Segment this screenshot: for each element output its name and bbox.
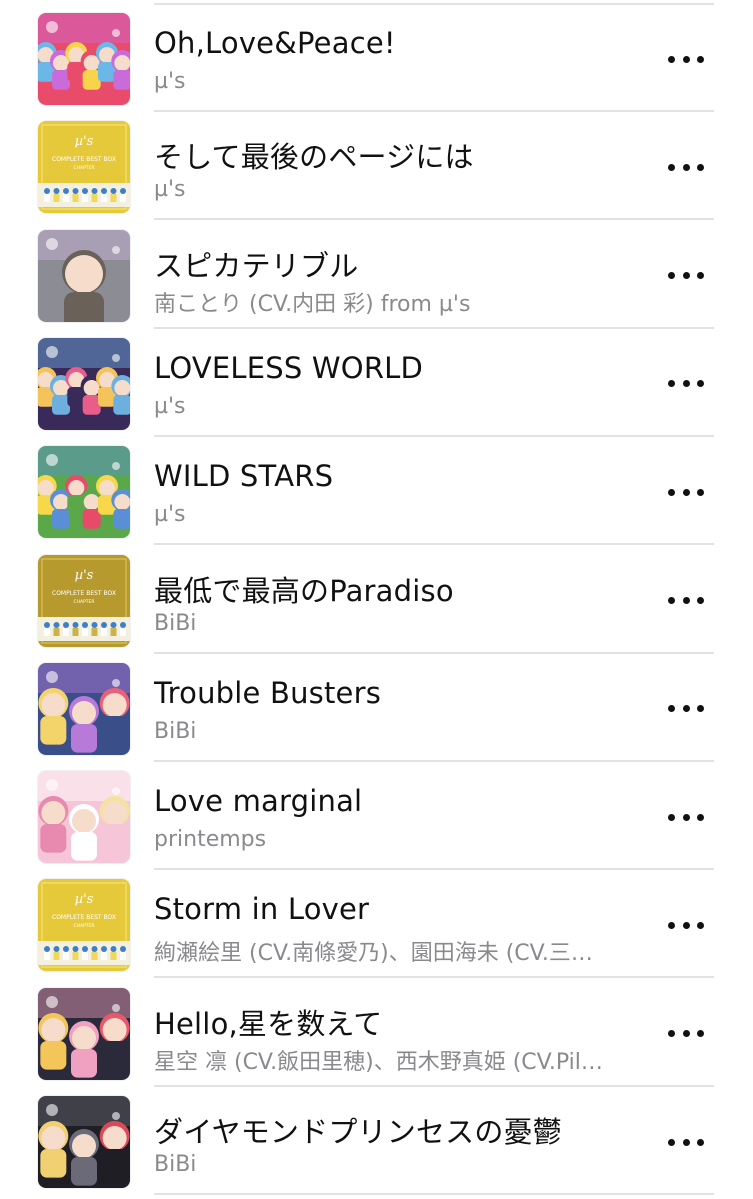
svg-text:µ's: µ's [75, 892, 94, 907]
more-options-button[interactable] [668, 377, 704, 391]
song-title: WILD STARS [154, 459, 334, 494]
ellipsis-icon [668, 1030, 704, 1038]
album-art [38, 446, 130, 539]
song-artist: BiBi [154, 718, 197, 744]
album-art [38, 229, 130, 322]
song-title: Hello,星を数えて [154, 1006, 383, 1041]
more-options-button[interactable] [668, 918, 704, 932]
svg-text:CHAPTER: CHAPTER [73, 599, 94, 605]
song-artist: 星空 凛 (CV.飯田里穂)、西木野真姫 (CV.Pil… [154, 1049, 603, 1075]
svg-text:CHAPTER: CHAPTER [73, 923, 94, 929]
album-art: µ's COMPLETE BEST BOX CHAPTER [38, 121, 130, 214]
song-row[interactable]: ダイヤモンドプリンセスの憂鬱 BiBi [0, 1087, 753, 1195]
svg-text:COMPLETE BEST BOX: COMPLETE BEST BOX [52, 914, 116, 921]
song-artist: BiBi [154, 610, 197, 636]
song-row[interactable]: WILD STARS µ's [0, 437, 753, 546]
song-artist: BiBi [154, 1152, 197, 1177]
more-options-button[interactable] [668, 160, 704, 174]
song-artist: µ's [154, 502, 186, 528]
ellipsis-icon [668, 597, 704, 604]
svg-text:µ's: µ's [75, 568, 94, 583]
song-artist: µ's [154, 177, 186, 203]
song-artist: µ's [154, 69, 186, 94]
svg-text:COMPLETE BEST BOX: COMPLETE BEST BOX [52, 590, 116, 597]
song-row[interactable]: Trouble Busters BiBi [0, 654, 753, 762]
song-row[interactable]: LOVELESS WORLD µ's [0, 329, 753, 437]
ellipsis-icon [668, 813, 704, 821]
ellipsis-icon [668, 380, 704, 388]
album-art [38, 1096, 130, 1188]
ellipsis-icon [668, 921, 704, 929]
more-options-button[interactable] [668, 269, 704, 283]
song-title: スピカテリブル [154, 248, 359, 283]
song-row[interactable]: Oh,Love&Peace! µ's [0, 4, 753, 112]
ellipsis-icon [668, 272, 704, 280]
song-title: 最低で最高のParadiso [154, 573, 454, 608]
more-options-button[interactable] [668, 1135, 704, 1149]
svg-text:CHAPTER: CHAPTER [73, 165, 94, 171]
svg-text:µ's: µ's [75, 134, 94, 149]
album-art [38, 337, 130, 430]
ellipsis-icon [668, 55, 704, 63]
ellipsis-icon [668, 705, 704, 713]
song-title: LOVELESS WORLD [154, 350, 424, 385]
album-art [38, 662, 130, 755]
more-options-button[interactable] [668, 52, 704, 66]
song-artist: 南ことり (CV.内田 彩) from µ's [154, 291, 471, 317]
song-artist: 絢瀬絵里 (CV.南條愛乃)、園田海未 (CV.三… [154, 941, 593, 967]
more-options-button[interactable] [668, 810, 704, 824]
song-title: ダイヤモンドプリンセスの憂鬱 [154, 1115, 562, 1149]
album-art [38, 13, 130, 105]
ellipsis-icon [668, 1138, 704, 1146]
album-art: µ's COMPLETE BEST BOX CHAPTER [38, 879, 130, 972]
more-options-button[interactable] [668, 1027, 704, 1041]
song-title: Oh,Love&Peace! [154, 26, 396, 60]
song-title: Love marginal [154, 784, 363, 819]
song-artist: printemps [154, 827, 267, 853]
svg-text:COMPLETE BEST BOX: COMPLETE BEST BOX [52, 156, 116, 163]
song-artist: µ's [154, 393, 186, 419]
divider [154, 1193, 714, 1195]
song-title: Storm in Lover [154, 892, 370, 927]
song-title: Trouble Busters [154, 675, 382, 710]
more-options-button[interactable] [668, 485, 704, 499]
album-art [38, 987, 130, 1080]
more-options-button[interactable] [668, 702, 704, 716]
song-title: そして最後のページには [154, 140, 474, 175]
song-row[interactable]: µ's COMPLETE BEST BOX CHAPTER そして最後のページに… [0, 112, 753, 221]
song-row[interactable]: スピカテリブル南ことり (CV.内田 彩) from µ's [0, 221, 753, 329]
album-art: µ's COMPLETE BEST BOX CHAPTER [38, 554, 130, 647]
ellipsis-icon [668, 163, 704, 171]
more-options-button[interactable] [668, 594, 704, 608]
song-row[interactable]: µ's COMPLETE BEST BOX CHAPTER 最低で最高のPara… [0, 546, 753, 654]
ellipsis-icon [668, 488, 704, 496]
song-row[interactable]: Hello,星を数えて星空 凛 (CV.飯田里穂)、西木野真姫 (CV.Pil… [0, 979, 753, 1087]
song-row[interactable]: µ's COMPLETE BEST BOX CHAPTER Storm in L… [0, 870, 753, 979]
album-art [38, 771, 130, 864]
song-row[interactable]: Love marginal printemps [0, 762, 753, 871]
